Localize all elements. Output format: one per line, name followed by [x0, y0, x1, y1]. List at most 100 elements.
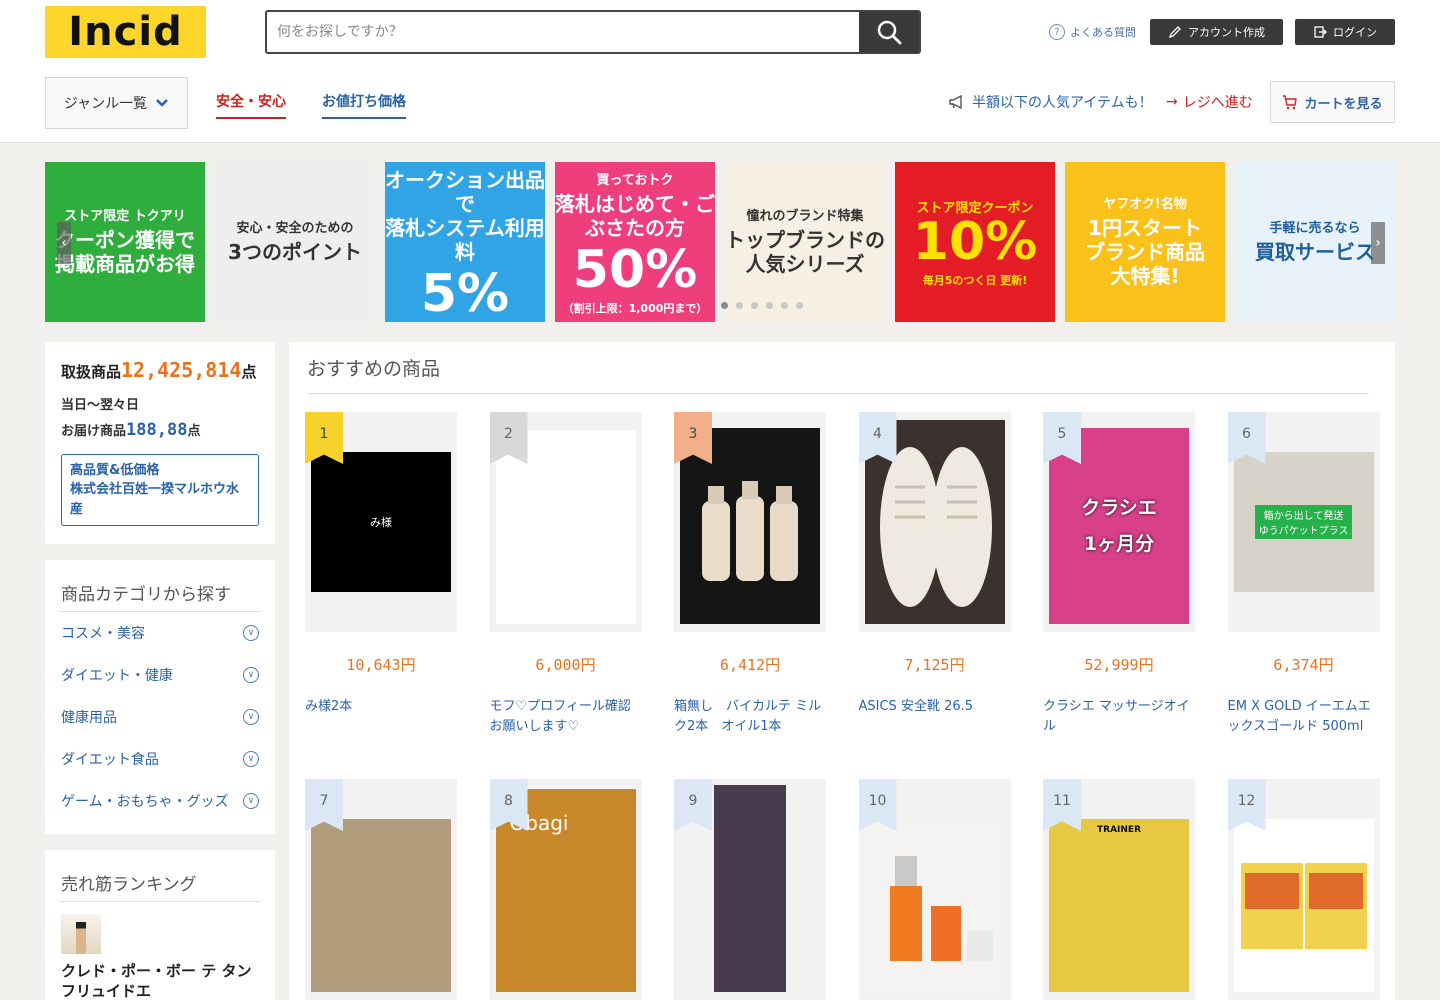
site-logo[interactable]: Incid [45, 6, 206, 58]
recommended-title: おすすめの商品 [307, 354, 1369, 394]
promo-link[interactable]: 半額以下の人気アイテムも！ [948, 92, 1153, 112]
product-name[interactable]: クラシエ マッサージオイル [1043, 697, 1195, 739]
carousel-dot[interactable] [796, 302, 803, 309]
product-name[interactable]: モフ♡プロフィール確認お願いします♡ [490, 697, 642, 739]
banner-headline: トップブランドの 人気シリーズ [725, 227, 885, 276]
product-image[interactable]: 箱から出して発送 ゆうパケットプラス [1233, 452, 1374, 592]
category-item[interactable]: ダイエット・健康 ∨ [61, 654, 259, 696]
banner-headline: 買取サービス [1255, 239, 1375, 264]
banner-headline: 落札はじめて・ごぶさたの方 [555, 191, 715, 240]
product-image[interactable] [714, 785, 786, 992]
product-frame: 11 TRAINER [1043, 779, 1195, 1000]
login-button[interactable]: ログイン [1295, 19, 1395, 45]
product-card[interactable]: 6 箱から出して発送 ゆうパケットプラス 6,374円 EM X GOLD イーエムエ… [1227, 412, 1380, 739]
product-card[interactable]: 8 Obagi [489, 779, 642, 1000]
create-account-label: アカウント作成 [1188, 26, 1265, 39]
promo-banner[interactable]: 憧れのブランド特集トップブランドの 人気シリーズ [725, 162, 885, 322]
category-item[interactable]: コスメ・美容 ∨ [61, 612, 259, 654]
carousel-dot[interactable] [751, 302, 758, 309]
product-frame: 5 クラシエ 1ヶ月分 [1043, 412, 1195, 632]
chevron-down-icon[interactable]: ∨ [243, 751, 259, 767]
product-name[interactable]: み様2本 [305, 697, 457, 739]
product-image[interactable] [495, 430, 636, 624]
product-frame: 8 Obagi [489, 779, 642, 1000]
create-account-button[interactable]: アカウント作成 [1150, 19, 1283, 45]
checkout-label: レジへ進む [1182, 95, 1253, 111]
category-item[interactable]: ダイエット食品 ∨ [61, 738, 259, 780]
search-button[interactable] [859, 12, 919, 52]
nav-safe-link[interactable]: 安全・安心 [216, 91, 286, 119]
category-panel: 商品カテゴリから探す コスメ・美容 ∨ ダイエット・健康 ∨ 健康用品 ∨ ダイエット食品 ∨… [45, 560, 275, 834]
product-price: 10,643円 [346, 656, 416, 674]
genre-dropdown[interactable]: ジャンル一覧 [45, 77, 188, 129]
product-card[interactable]: 9 [674, 779, 826, 1000]
product-card[interactable]: 10 [858, 779, 1011, 1000]
category-item[interactable]: 健康用品 ∨ [61, 696, 259, 738]
view-cart-button[interactable]: カートを見る [1270, 81, 1395, 123]
promo-banner[interactable]: 売っておトクオークション出品で 落札システム利用料5%※条件・上限あり [385, 162, 545, 322]
fast-delivery-label-2: お届け商品 [61, 423, 127, 439]
search-input[interactable] [267, 12, 859, 52]
carousel-dots [721, 302, 803, 309]
banner-tagline: ヤフオク!名物 [1103, 196, 1187, 212]
total-items-unit: 点 [241, 363, 257, 381]
product-frame: 10 [858, 779, 1011, 1000]
faq-link[interactable]: ? よくある質問 [1049, 22, 1136, 42]
banner-tagline: ストア限定 トクアリ [64, 208, 186, 224]
product-image[interactable]: み様 [311, 452, 451, 592]
product-card[interactable]: 5 クラシエ 1ヶ月分 52,999円クラシエ マッサージオイル [1043, 412, 1195, 739]
promo-banner[interactable]: ストア限定クーポン 10% 毎月5のつく日 更新! [895, 162, 1055, 322]
product-image[interactable]: TRAINER [1049, 819, 1189, 992]
chevron-down-icon[interactable]: ∨ [243, 793, 259, 809]
featured-shop-link[interactable]: 高品質&低価格 株式会社百姓一揆マルホウ水産 [61, 453, 259, 527]
product-name[interactable]: EM X GOLD イーエムエックスゴールド 500ml [1228, 697, 1380, 739]
product-card[interactable]: 2 6,000円 モフ♡プロフィール確認お願いします♡ [489, 412, 642, 739]
product-image-caption: TRAINER [1097, 825, 1141, 835]
promo-banner[interactable]: 買っておトク 落札はじめて・ごぶさたの方 50% （割引上限：1,000円まで） [555, 162, 715, 322]
product-card[interactable]: 4 7,125円 ASICS 安全靴 26.5 [858, 412, 1011, 739]
banner-tagline: 安心・安全のための [236, 220, 354, 236]
carousel-next-button[interactable]: › [1371, 222, 1385, 264]
carousel-dot[interactable] [781, 302, 788, 309]
product-card[interactable]: 11 TRAINER [1043, 779, 1195, 1000]
logo-text: Incid [68, 9, 183, 55]
product-image[interactable] [311, 819, 451, 992]
arrow-right-icon: → [1166, 94, 1178, 110]
banner-tagline: 憧れのブランド特集 [746, 208, 864, 224]
banner-carousel: ストア限定 トクアリクーポン獲得で 掲載商品がお得 安心・安全のための 3つのポイン… [45, 162, 1395, 322]
category-label: 健康用品 [61, 710, 117, 726]
carousel-dot[interactable] [721, 302, 728, 309]
ranking-product-image[interactable] [61, 914, 101, 954]
category-title: 商品カテゴリから探す [61, 580, 259, 612]
product-card[interactable]: 3 6,412円 箱無し バイカルテ ミルク2本 オイル1本 [674, 412, 826, 739]
ranking-product-name[interactable]: クレド・ポー・ボー テ タンフリュイドエ [61, 962, 259, 1000]
promo-banner[interactable]: ヤフオク!名物 1円スタート ブランド商品 大特集! [1065, 162, 1225, 322]
promo-banner[interactable]: 安心・安全のための 3つのポイント [215, 162, 375, 322]
product-card[interactable]: 7 [305, 779, 457, 1000]
product-card[interactable]: 1 み様 10,643円 み様2本 [305, 412, 457, 739]
product-name[interactable]: ASICS 安全靴 26.5 [859, 697, 1011, 739]
chevron-down-icon[interactable]: ∨ [243, 625, 259, 641]
category-item[interactable]: ゲーム・おもちゃ・グッズ ∨ [61, 780, 259, 822]
chevron-down-icon[interactable]: ∨ [243, 667, 259, 683]
serum-picture [889, 855, 993, 961]
product-card[interactable]: 12 [1227, 779, 1380, 1000]
product-image[interactable] [1233, 819, 1374, 992]
fast-delivery-count: 188,88 [126, 419, 188, 440]
product-name[interactable]: 箱無し バイカルテ ミルク2本 オイル1本 [674, 697, 826, 739]
login-label: ログイン [1333, 26, 1377, 39]
recommended-section: おすすめの商品 1 み様 10,643円 み様2本 2 6,000円 モフ♡プロフィール確認… [289, 342, 1395, 1000]
search-bar [265, 10, 921, 54]
carousel-dot[interactable] [736, 302, 743, 309]
banner-headline: 3つのポイント [228, 239, 362, 264]
chevron-down-icon [156, 99, 169, 107]
banner-headline: クーポン獲得で 掲載商品がお得 [55, 227, 195, 276]
carousel-prev-button[interactable]: ‹ [57, 222, 71, 264]
category-label: ダイエット食品 [61, 752, 159, 768]
chevron-down-icon[interactable]: ∨ [243, 709, 259, 725]
nav-price-link[interactable]: お値打ち価格 [322, 91, 406, 119]
product-image[interactable] [864, 819, 1005, 992]
product-price: 52,999円 [1084, 656, 1154, 674]
checkout-link[interactable]: → レジへ進む [1166, 92, 1253, 112]
carousel-dot[interactable] [766, 302, 773, 309]
